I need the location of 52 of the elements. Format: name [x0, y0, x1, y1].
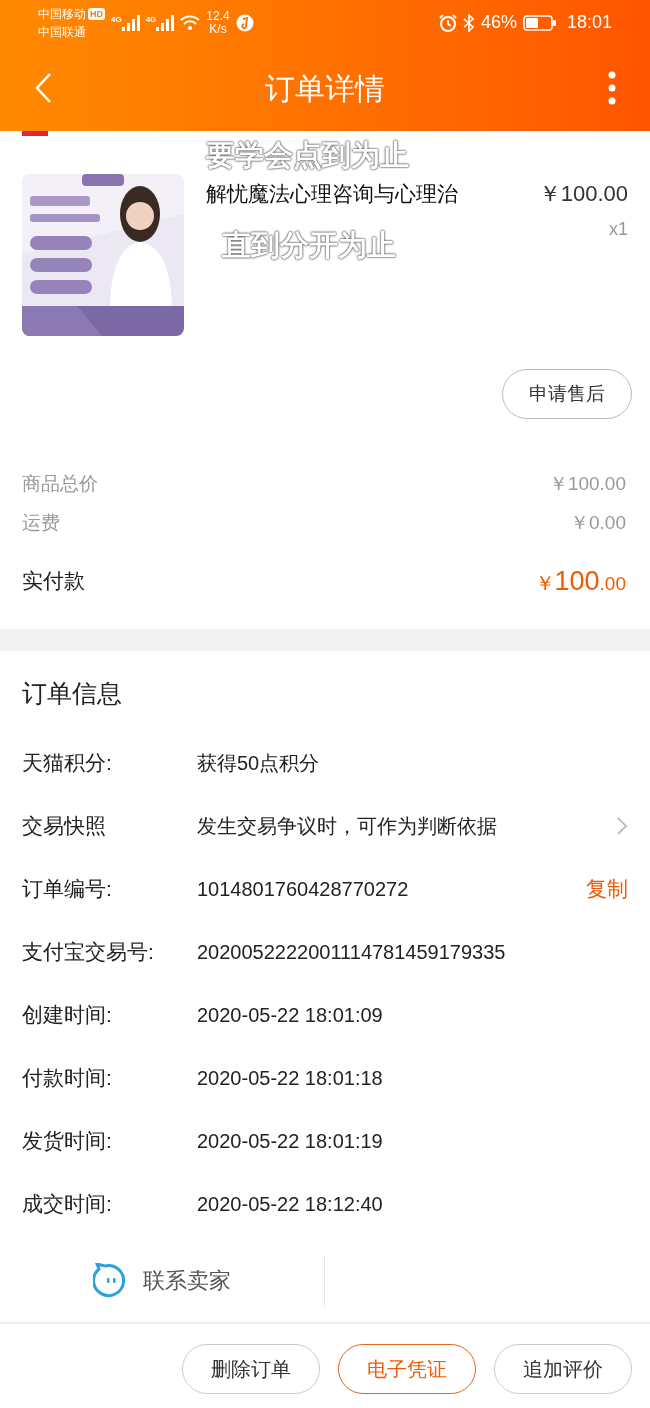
info-value: 2020-05-22 18:12:40 [197, 1191, 384, 1217]
caption-text: 要学会点到为止 [206, 138, 409, 173]
clock: 18:01 [566, 11, 612, 34]
info-label: 成交时间: [22, 1190, 113, 1217]
info-value: 2020-05-22 18:01:09 [197, 1002, 384, 1028]
product-price: ￥100.00 [538, 180, 628, 208]
info-value: 获得50点积分 [197, 750, 321, 776]
info-value: 1014801760428770272 [197, 876, 410, 902]
info-label: 支付宝交易号: [22, 938, 155, 965]
more-icon[interactable] [608, 71, 616, 105]
product-quantity: x1 [609, 218, 628, 241]
info-label: 交易快照 [22, 812, 107, 839]
summary-value: ￥0.00 [570, 511, 626, 536]
info-label: 发货时间: [22, 1127, 113, 1154]
hd-badge: HD [88, 7, 105, 20]
info-label: 付款时间: [22, 1064, 113, 1091]
caption-text: 直到分开为止 [222, 228, 396, 263]
after-sale-button[interactable]: 申请售后 [502, 369, 632, 419]
network-type: 4G [111, 14, 122, 25]
summary-label: 运费 [22, 511, 60, 536]
battery-icon [522, 14, 557, 31]
carrier-name: 中国移动 [38, 5, 86, 23]
summary-label: 实付款 [22, 568, 85, 595]
network-type: 4G [145, 14, 157, 25]
page-title: 订单详情 [265, 70, 385, 107]
shop-logo-icon [22, 131, 48, 136]
info-label: 创建时间: [22, 1001, 113, 1028]
battery-percent: 46% [480, 11, 517, 34]
wifi-icon [180, 14, 201, 31]
info-value: 2020-05-22 18:01:18 [197, 1065, 384, 1091]
info-label: 订单编号: [22, 875, 113, 902]
contact-seller-button[interactable]: 联系卖家 [0, 1254, 325, 1307]
chevron-right-icon[interactable] [616, 815, 628, 836]
network-speed: 12.4 [206, 9, 230, 23]
total-amount: ￥100.00 [534, 564, 626, 598]
summary-label: 商品总价 [22, 472, 98, 497]
signal-icon [156, 14, 175, 31]
info-value: 发生交易争议时，可作为判断依据 [197, 813, 498, 839]
info-label: 天猫积分: [22, 749, 113, 776]
alarm-icon [438, 13, 457, 32]
bluetooth-icon [462, 13, 475, 32]
action-button[interactable]: 删除订单 [182, 1344, 320, 1394]
action-button[interactable]: 追加评价 [494, 1344, 632, 1394]
info-value: 2020052222001114781459179335 [197, 939, 507, 965]
info-value: 2020-05-22 18:01:19 [197, 1128, 384, 1154]
summary-value: ￥100.00 [548, 472, 626, 497]
product-title[interactable]: 解忧魔法心理咨询与心理治 [206, 178, 539, 210]
section-title: 订单信息 [22, 678, 123, 710]
back-icon[interactable] [34, 72, 52, 104]
carrier-name: 中国联通 [38, 23, 87, 41]
signal-icon [121, 14, 140, 31]
speed-unit: K/s [209, 22, 227, 36]
